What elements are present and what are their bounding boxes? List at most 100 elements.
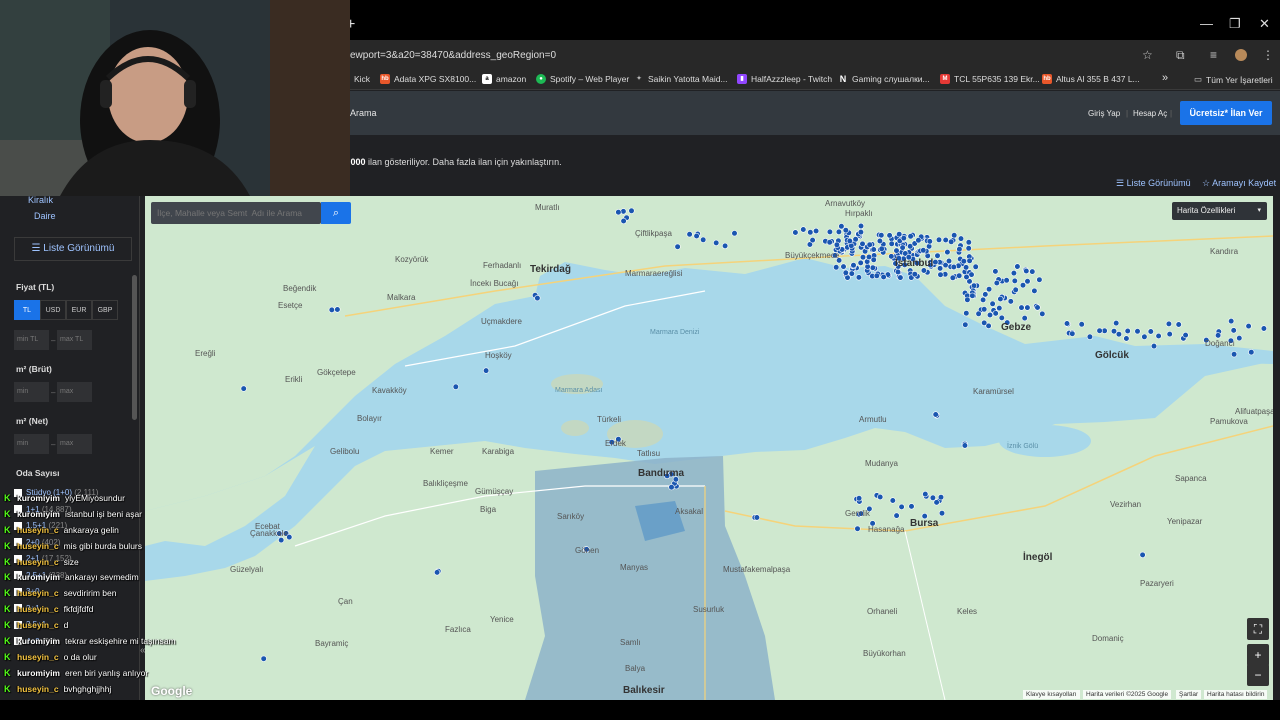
zoom-in-button[interactable]: + bbox=[1247, 644, 1269, 666]
listing-marker[interactable] bbox=[809, 236, 816, 244]
listing-marker[interactable] bbox=[964, 296, 971, 303]
listing-marker[interactable] bbox=[835, 228, 843, 236]
listing-marker[interactable] bbox=[1021, 314, 1028, 322]
listing-marker[interactable] bbox=[948, 238, 955, 245]
listing-marker[interactable] bbox=[1139, 551, 1146, 559]
listing-marker[interactable] bbox=[937, 494, 945, 501]
bookmark-adata[interactable]: hb Adata XPG SX8100... bbox=[380, 74, 476, 84]
listing-marker[interactable] bbox=[969, 292, 976, 299]
listing-marker[interactable] bbox=[962, 321, 969, 328]
listing-marker[interactable] bbox=[996, 304, 1003, 312]
listing-marker[interactable] bbox=[1007, 298, 1014, 305]
listing-marker[interactable] bbox=[826, 228, 834, 236]
listing-marker[interactable] bbox=[1003, 277, 1010, 284]
listing-marker[interactable] bbox=[956, 272, 963, 279]
listing-marker[interactable] bbox=[833, 264, 840, 271]
map-search-box[interactable] bbox=[151, 202, 321, 224]
listing-marker[interactable] bbox=[812, 227, 820, 235]
listing-marker[interactable] bbox=[992, 310, 999, 317]
bookmark-gaming[interactable]: N Gaming слушалки... bbox=[838, 74, 930, 84]
listing-marker[interactable] bbox=[1029, 268, 1036, 275]
listing-marker[interactable] bbox=[1260, 325, 1267, 332]
listing-marker[interactable] bbox=[945, 257, 953, 265]
listing-marker[interactable] bbox=[949, 274, 956, 281]
listing-marker[interactable] bbox=[920, 247, 927, 254]
listing-marker[interactable] bbox=[854, 525, 861, 532]
media-icon[interactable]: ≡ bbox=[1210, 48, 1217, 62]
listing-marker[interactable] bbox=[534, 294, 541, 302]
listing-marker[interactable] bbox=[877, 493, 884, 501]
listing-marker[interactable] bbox=[957, 235, 965, 242]
listing-marker[interactable] bbox=[880, 273, 887, 281]
sidebar-scrollbar[interactable] bbox=[132, 275, 137, 420]
listing-marker[interactable] bbox=[855, 495, 863, 502]
listing-marker[interactable] bbox=[1155, 332, 1162, 340]
listing-marker[interactable] bbox=[1078, 321, 1085, 328]
restore-icon[interactable]: ❐ bbox=[1229, 16, 1241, 32]
listing-marker[interactable] bbox=[938, 510, 946, 517]
min-m2-gross-input[interactable]: min bbox=[14, 382, 49, 402]
listing-marker[interactable] bbox=[963, 273, 970, 281]
listing-marker[interactable] bbox=[944, 248, 951, 256]
listing-marker[interactable] bbox=[857, 228, 865, 236]
listing-marker[interactable] bbox=[956, 246, 963, 253]
listing-marker[interactable] bbox=[998, 314, 1005, 321]
listing-marker[interactable] bbox=[888, 253, 895, 260]
map-search-button[interactable]: ⌕ bbox=[321, 202, 351, 224]
listing-marker[interactable] bbox=[1012, 286, 1019, 293]
address-bar[interactable]: ewport=3&a20=38470&address_geoRegion=0 bbox=[350, 50, 556, 61]
listing-marker[interactable] bbox=[1069, 330, 1076, 337]
profile-avatar[interactable] bbox=[1235, 49, 1247, 61]
listing-marker[interactable] bbox=[936, 265, 944, 272]
map-features-dropdown[interactable]: Harita Özellikleri ▾ bbox=[1172, 202, 1267, 220]
bookmark-altus[interactable]: hb Altus Al 355 B 437 L... bbox=[1042, 74, 1140, 84]
bookmark-twitch[interactable]: ▮ HalfAzzzleep - Twitch bbox=[737, 74, 832, 84]
listing-marker[interactable] bbox=[1018, 304, 1025, 311]
currency-tl[interactable]: TL bbox=[14, 300, 40, 320]
listing-marker[interactable] bbox=[1236, 335, 1243, 342]
listing-marker[interactable] bbox=[753, 514, 761, 521]
listing-marker[interactable] bbox=[1134, 328, 1141, 335]
listing-marker[interactable] bbox=[278, 537, 285, 544]
listing-marker[interactable] bbox=[859, 254, 867, 261]
listing-marker[interactable] bbox=[900, 234, 907, 242]
listing-marker[interactable] bbox=[328, 306, 335, 313]
list-view-link[interactable]: ☰ Liste Görünümü bbox=[1116, 178, 1191, 189]
listing-marker[interactable] bbox=[866, 241, 873, 248]
listing-marker[interactable] bbox=[876, 237, 884, 245]
listing-marker[interactable] bbox=[951, 232, 958, 239]
listing-marker[interactable] bbox=[908, 503, 915, 510]
listing-marker[interactable] bbox=[848, 270, 855, 277]
listing-marker[interactable] bbox=[963, 310, 970, 317]
listing-marker[interactable] bbox=[1245, 323, 1252, 330]
listing-marker[interactable] bbox=[865, 253, 873, 261]
listing-marker[interactable] bbox=[893, 247, 900, 254]
bookmark-kick[interactable]: Kick bbox=[354, 74, 370, 84]
listing-marker[interactable] bbox=[1010, 269, 1018, 277]
max-m2-net-input[interactable]: max bbox=[57, 434, 92, 454]
listing-marker[interactable] bbox=[700, 236, 707, 243]
listing-marker[interactable] bbox=[965, 239, 972, 246]
listing-marker[interactable] bbox=[792, 229, 799, 236]
listing-marker[interactable] bbox=[896, 231, 903, 238]
listing-marker[interactable] bbox=[1036, 276, 1043, 283]
max-m2-gross-input[interactable]: max bbox=[57, 382, 92, 402]
listing-marker[interactable] bbox=[932, 411, 939, 418]
listing-marker[interactable] bbox=[686, 231, 693, 238]
listing-marker[interactable] bbox=[915, 237, 922, 244]
listing-marker[interactable] bbox=[933, 499, 940, 506]
listing-marker[interactable] bbox=[1031, 287, 1038, 294]
listing-marker[interactable] bbox=[1063, 320, 1071, 327]
terms-link[interactable]: Şartlar bbox=[1176, 690, 1202, 699]
listing-marker[interactable] bbox=[1230, 327, 1237, 334]
listing-marker[interactable] bbox=[993, 279, 1000, 287]
listing-marker[interactable] bbox=[620, 217, 627, 225]
listing-marker[interactable] bbox=[878, 245, 885, 252]
currency-eur[interactable]: EUR bbox=[66, 300, 92, 320]
listing-marker[interactable] bbox=[674, 243, 681, 250]
listing-marker[interactable] bbox=[878, 232, 885, 239]
listing-marker[interactable] bbox=[334, 306, 341, 313]
listing-marker[interactable] bbox=[620, 208, 627, 215]
listing-marker[interactable] bbox=[1214, 332, 1222, 339]
listing-marker[interactable] bbox=[911, 271, 918, 278]
